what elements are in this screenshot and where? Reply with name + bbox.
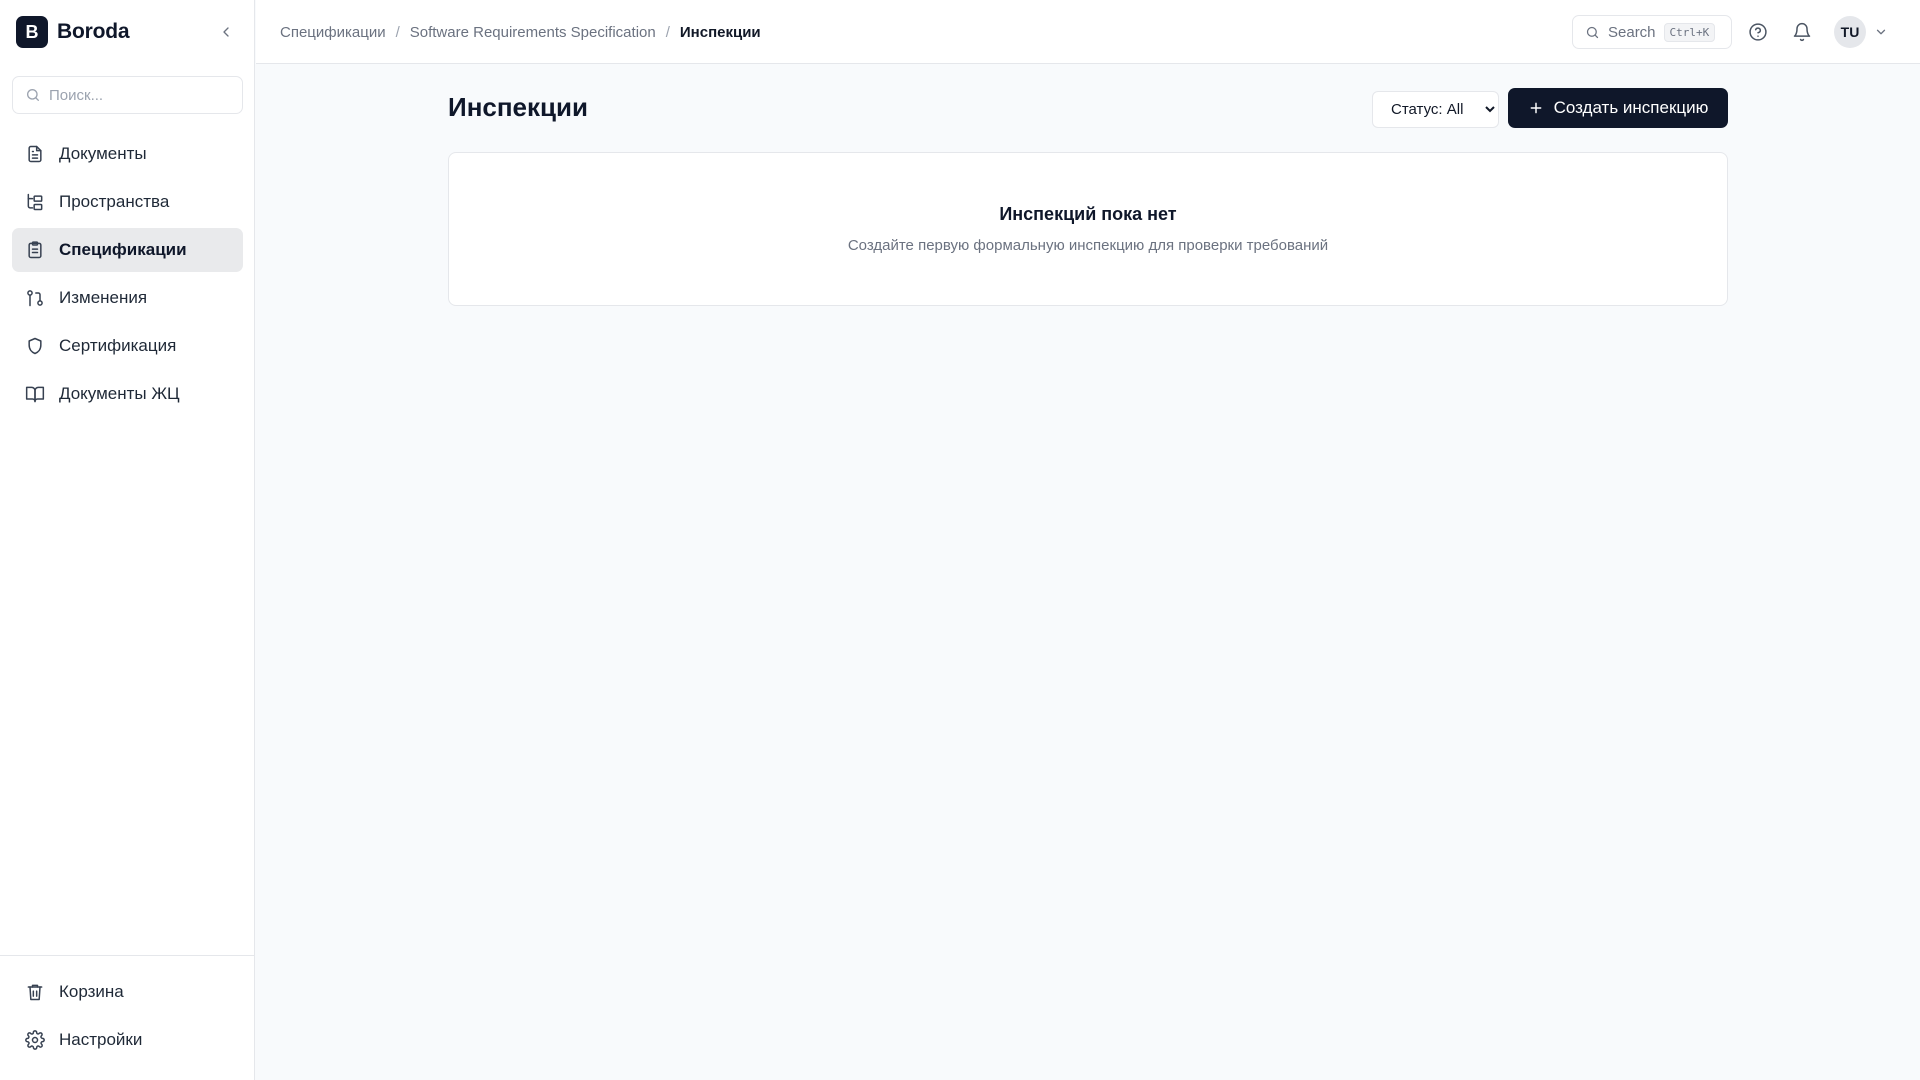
sidebar-bottom: Корзина Настройки bbox=[0, 955, 255, 1066]
create-inspection-label: Создать инспекцию bbox=[1553, 98, 1709, 117]
empty-state-card: Инспекций пока нет Создайте первую форма… bbox=[448, 152, 1728, 306]
sidebar-item-label: Документы bbox=[59, 144, 147, 163]
notifications-button[interactable] bbox=[1790, 20, 1814, 44]
sidebar-item-label: Спецификации bbox=[59, 240, 187, 259]
git-pull-request-icon bbox=[27, 290, 43, 307]
breadcrumb: Спецификации / Software Requirements Spe… bbox=[280, 0, 761, 64]
sidebar-item-specifications[interactable]: Спецификации bbox=[12, 228, 243, 272]
breadcrumb-separator: / bbox=[665, 23, 670, 41]
sidebar-item-label: Пространства bbox=[59, 192, 170, 211]
collapse-sidebar-button[interactable] bbox=[214, 20, 238, 44]
sidebar-search[interactable] bbox=[12, 76, 243, 114]
brand-logo: B bbox=[16, 16, 48, 48]
sidebar-item-settings[interactable]: Настройки bbox=[12, 1018, 243, 1062]
clipboard-icon bbox=[28, 241, 42, 259]
sidebar-item-label: Сертификация bbox=[59, 336, 177, 355]
gear-icon bbox=[25, 1030, 45, 1050]
sidebar-item-label: Документы ЖЦ bbox=[59, 384, 180, 403]
brand-name: Boroda bbox=[57, 20, 130, 43]
avatar: TU bbox=[1834, 16, 1866, 48]
global-search-button[interactable]: Search Ctrl+K bbox=[1572, 15, 1732, 49]
user-menu[interactable]: TU bbox=[1834, 16, 1888, 48]
chevron-down-icon bbox=[1876, 29, 1886, 35]
sidebar-item-documents[interactable]: Документы bbox=[12, 132, 243, 176]
search-shortcut: Ctrl+K bbox=[1663, 22, 1716, 42]
brand[interactable]: B Boroda bbox=[16, 16, 130, 48]
breadcrumb-item-srs[interactable]: Software Requirements Specification bbox=[410, 24, 656, 41]
breadcrumb-current: Инспекции bbox=[679, 23, 761, 41]
sidebar-search-input[interactable] bbox=[49, 86, 219, 104]
status-filter-select[interactable]: Статус: All bbox=[1372, 91, 1499, 128]
sidebar-item-label: Изменения bbox=[59, 288, 148, 307]
hierarchy-icon bbox=[27, 193, 43, 211]
shield-icon bbox=[28, 337, 42, 355]
sidebar-item-spaces[interactable]: Пространства bbox=[12, 180, 243, 224]
create-inspection-button[interactable]: Создать инспекцию bbox=[1508, 88, 1728, 128]
plus-icon bbox=[1530, 102, 1541, 114]
sidebar: B Boroda Документы Пространства Специфик… bbox=[0, 0, 255, 1080]
topbar: Спецификации / Software Requirements Spe… bbox=[256, 0, 1920, 64]
help-circle-icon bbox=[1749, 23, 1767, 41]
breadcrumb-item-specifications[interactable]: Спецификации bbox=[280, 24, 386, 41]
sidebar-item-label: Настройки bbox=[59, 1030, 143, 1049]
sidebar-item-lifecycle-documents[interactable]: Документы ЖЦ bbox=[12, 372, 243, 416]
sidebar-nav: Документы Пространства Спецификации Изме… bbox=[12, 132, 243, 420]
empty-state-title: Инспекций пока нет bbox=[999, 204, 1177, 224]
sidebar-item-certification[interactable]: Сертификация bbox=[12, 324, 243, 368]
chevron-left-icon bbox=[223, 27, 229, 37]
trash-icon bbox=[27, 984, 43, 1001]
bell-icon bbox=[1793, 22, 1811, 42]
sidebar-item-label: Корзина bbox=[59, 982, 124, 1001]
search-icon bbox=[27, 89, 39, 101]
search-icon bbox=[1586, 26, 1599, 38]
global-search-label: Search bbox=[1608, 23, 1656, 41]
help-button[interactable] bbox=[1746, 20, 1770, 44]
page-title: Инспекции bbox=[448, 92, 588, 122]
document-icon bbox=[28, 145, 42, 163]
sidebar-item-trash[interactable]: Корзина bbox=[12, 970, 243, 1014]
breadcrumb-separator: / bbox=[395, 23, 400, 41]
sidebar-item-changes[interactable]: Изменения bbox=[12, 276, 243, 320]
empty-state-description: Создайте первую формальную инспекцию для… bbox=[847, 237, 1329, 254]
book-icon bbox=[25, 386, 45, 403]
